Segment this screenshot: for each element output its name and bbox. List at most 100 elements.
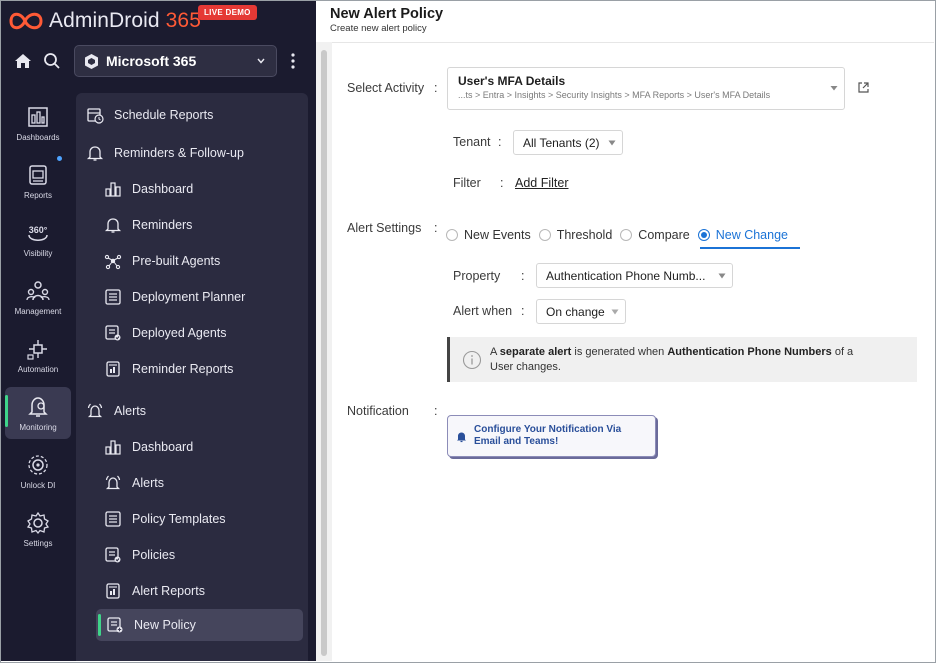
monitoring-menu-panel: Schedule Reports Reminders & Follow-up D…	[76, 93, 308, 661]
menu-label: Pre-built Agents	[132, 254, 221, 268]
add-filter-link[interactable]: Add Filter	[515, 176, 569, 190]
visibility-360-icon: 360°	[28, 225, 48, 241]
menu-label: Reminders	[132, 218, 193, 232]
menu-label: Schedule Reports	[114, 108, 214, 122]
bell-icon	[104, 218, 122, 233]
svg-text:360°: 360°	[29, 225, 48, 235]
radio-label: Compare	[638, 228, 690, 242]
alert-when-dropdown-value: On change	[546, 304, 605, 319]
page-header: New Alert Policy Create new alert policy	[330, 6, 443, 34]
alarm-icon	[105, 475, 121, 490]
menu-item-deployed-agents[interactable]: Deployed Agents	[104, 317, 298, 349]
brand-header: AdminDroid 365	[1, 1, 316, 41]
admindroid-logo-icon	[9, 12, 43, 30]
colon-separator: :	[498, 135, 502, 149]
rail-item-unlock-di[interactable]: Unlock DI	[5, 445, 71, 497]
search-icon[interactable]	[43, 52, 61, 70]
menu-item-reminders-dashboard[interactable]: Dashboard	[104, 173, 298, 205]
rail-item-management[interactable]: Management	[5, 271, 71, 323]
menu-item-schedule-reports[interactable]: Schedule Reports	[86, 99, 296, 131]
rail-label: Settings	[23, 539, 53, 548]
caret-down-icon	[830, 86, 838, 91]
property-label: Property	[453, 269, 501, 283]
rail-active-indicator	[5, 395, 8, 427]
alarm-icon	[87, 403, 103, 418]
menu-label: Alerts	[132, 476, 164, 490]
menu-label: Deployment Planner	[132, 290, 246, 304]
schedule-reports-icon	[87, 108, 104, 124]
deployed-agents-icon	[105, 325, 121, 341]
brand-name: AdminDroid 365	[49, 9, 201, 32]
caret-down-icon	[608, 140, 616, 146]
tenant-dropdown[interactable]: All Tenants (2)	[513, 130, 623, 155]
activity-selector[interactable]: User's MFA Details ...ts > Entra > Insig…	[447, 67, 845, 110]
caret-down-icon	[611, 309, 619, 315]
tenant-selector[interactable]: Microsoft 365	[74, 45, 277, 77]
selected-radio-underline	[700, 247, 800, 249]
page-subtitle: Create new alert policy	[330, 23, 427, 34]
radio-new-change[interactable]: New Change	[697, 228, 788, 242]
menu-label: Dashboard	[132, 182, 194, 196]
tenant-dropdown-value: All Tenants (2)	[523, 135, 600, 150]
alert-when-dropdown[interactable]: On change	[536, 299, 626, 324]
rail-item-monitoring[interactable]: Monitoring	[5, 387, 71, 439]
active-indicator	[98, 614, 101, 636]
alert-info-box: A separate alert is generated when Authe…	[447, 337, 917, 382]
agents-network-icon	[104, 254, 122, 270]
activity-name: User's MFA Details	[458, 74, 566, 88]
radio-label: New Change	[715, 228, 788, 242]
alert-when-label: Alert when	[453, 304, 513, 318]
menu-item-reminders[interactable]: Reminders	[104, 209, 298, 241]
menu-item-new-policy[interactable]: New Policy	[96, 609, 303, 641]
rail-label: Reports	[23, 191, 52, 200]
rail-label: Visibility	[23, 249, 53, 258]
colon-separator: :	[434, 81, 438, 95]
dashboards-icon	[28, 107, 48, 127]
rail-label: Monitoring	[19, 423, 57, 432]
rail-item-dashboards[interactable]: Dashboards	[5, 97, 71, 149]
home-icon[interactable]	[13, 51, 33, 71]
sidebar: AdminDroid 365 LIVE DEMO Microsoft 365 D…	[1, 1, 316, 661]
notification-button-label: Configure Your Notification Via Email an…	[474, 424, 622, 447]
menu-item-deployment-planner[interactable]: Deployment Planner	[104, 281, 298, 313]
monitoring-icon	[28, 397, 48, 417]
rail-item-visibility[interactable]: 360° Visibility	[5, 213, 71, 265]
colon-separator: :	[521, 269, 525, 283]
sidebar-topbar: Microsoft 365	[1, 43, 316, 79]
configure-notification-button[interactable]: Configure Your Notification Via Email an…	[447, 415, 656, 457]
menu-item-alert-reports[interactable]: Alert Reports	[104, 575, 298, 607]
menu-item-policy-templates[interactable]: Policy Templates	[104, 503, 298, 535]
menu-item-prebuilt-agents[interactable]: Pre-built Agents	[104, 245, 298, 277]
select-activity-label: Select Activity	[347, 81, 425, 95]
menu-label: Deployed Agents	[132, 326, 227, 340]
menu-item-reminder-reports[interactable]: Reminder Reports	[104, 353, 298, 385]
reports-icon	[29, 165, 47, 185]
radio-threshold[interactable]: Threshold	[538, 228, 613, 242]
menu-item-alerts[interactable]: Alerts	[104, 467, 298, 499]
menu-item-alerts-dashboard[interactable]: Dashboard	[104, 431, 298, 463]
rail-label: Dashboards	[16, 133, 60, 142]
bell-icon	[457, 432, 466, 442]
more-vertical-icon[interactable]	[290, 52, 296, 70]
rail-item-settings[interactable]: Settings	[5, 503, 71, 555]
page-title: New Alert Policy	[330, 6, 444, 22]
rail-item-automation[interactable]: Automation	[5, 329, 71, 381]
menu-label: Policies	[132, 548, 176, 562]
radio-compare[interactable]: Compare	[620, 228, 690, 242]
menu-item-alerts-group[interactable]: Alerts	[86, 395, 296, 427]
menu-label: Reminders & Follow-up	[114, 146, 244, 160]
scrollbar-thumb[interactable]	[321, 50, 327, 656]
radio-label: Threshold	[556, 228, 613, 242]
settings-icon	[26, 511, 50, 535]
colon-separator: :	[500, 176, 504, 190]
rail-label: Unlock DI	[20, 481, 56, 490]
rail-label: Automation	[17, 365, 59, 374]
open-external-icon[interactable]	[857, 81, 870, 94]
menu-item-reminders-followup[interactable]: Reminders & Follow-up	[86, 137, 296, 169]
property-dropdown[interactable]: Authentication Phone Numb...	[536, 263, 733, 288]
rail-item-reports[interactable]: Reports	[5, 155, 71, 207]
menu-item-policies[interactable]: Policies	[104, 539, 298, 571]
property-dropdown-value: Authentication Phone Numb...	[546, 268, 706, 283]
planner-icon	[105, 289, 121, 305]
radio-new-events[interactable]: New Events	[446, 228, 531, 242]
